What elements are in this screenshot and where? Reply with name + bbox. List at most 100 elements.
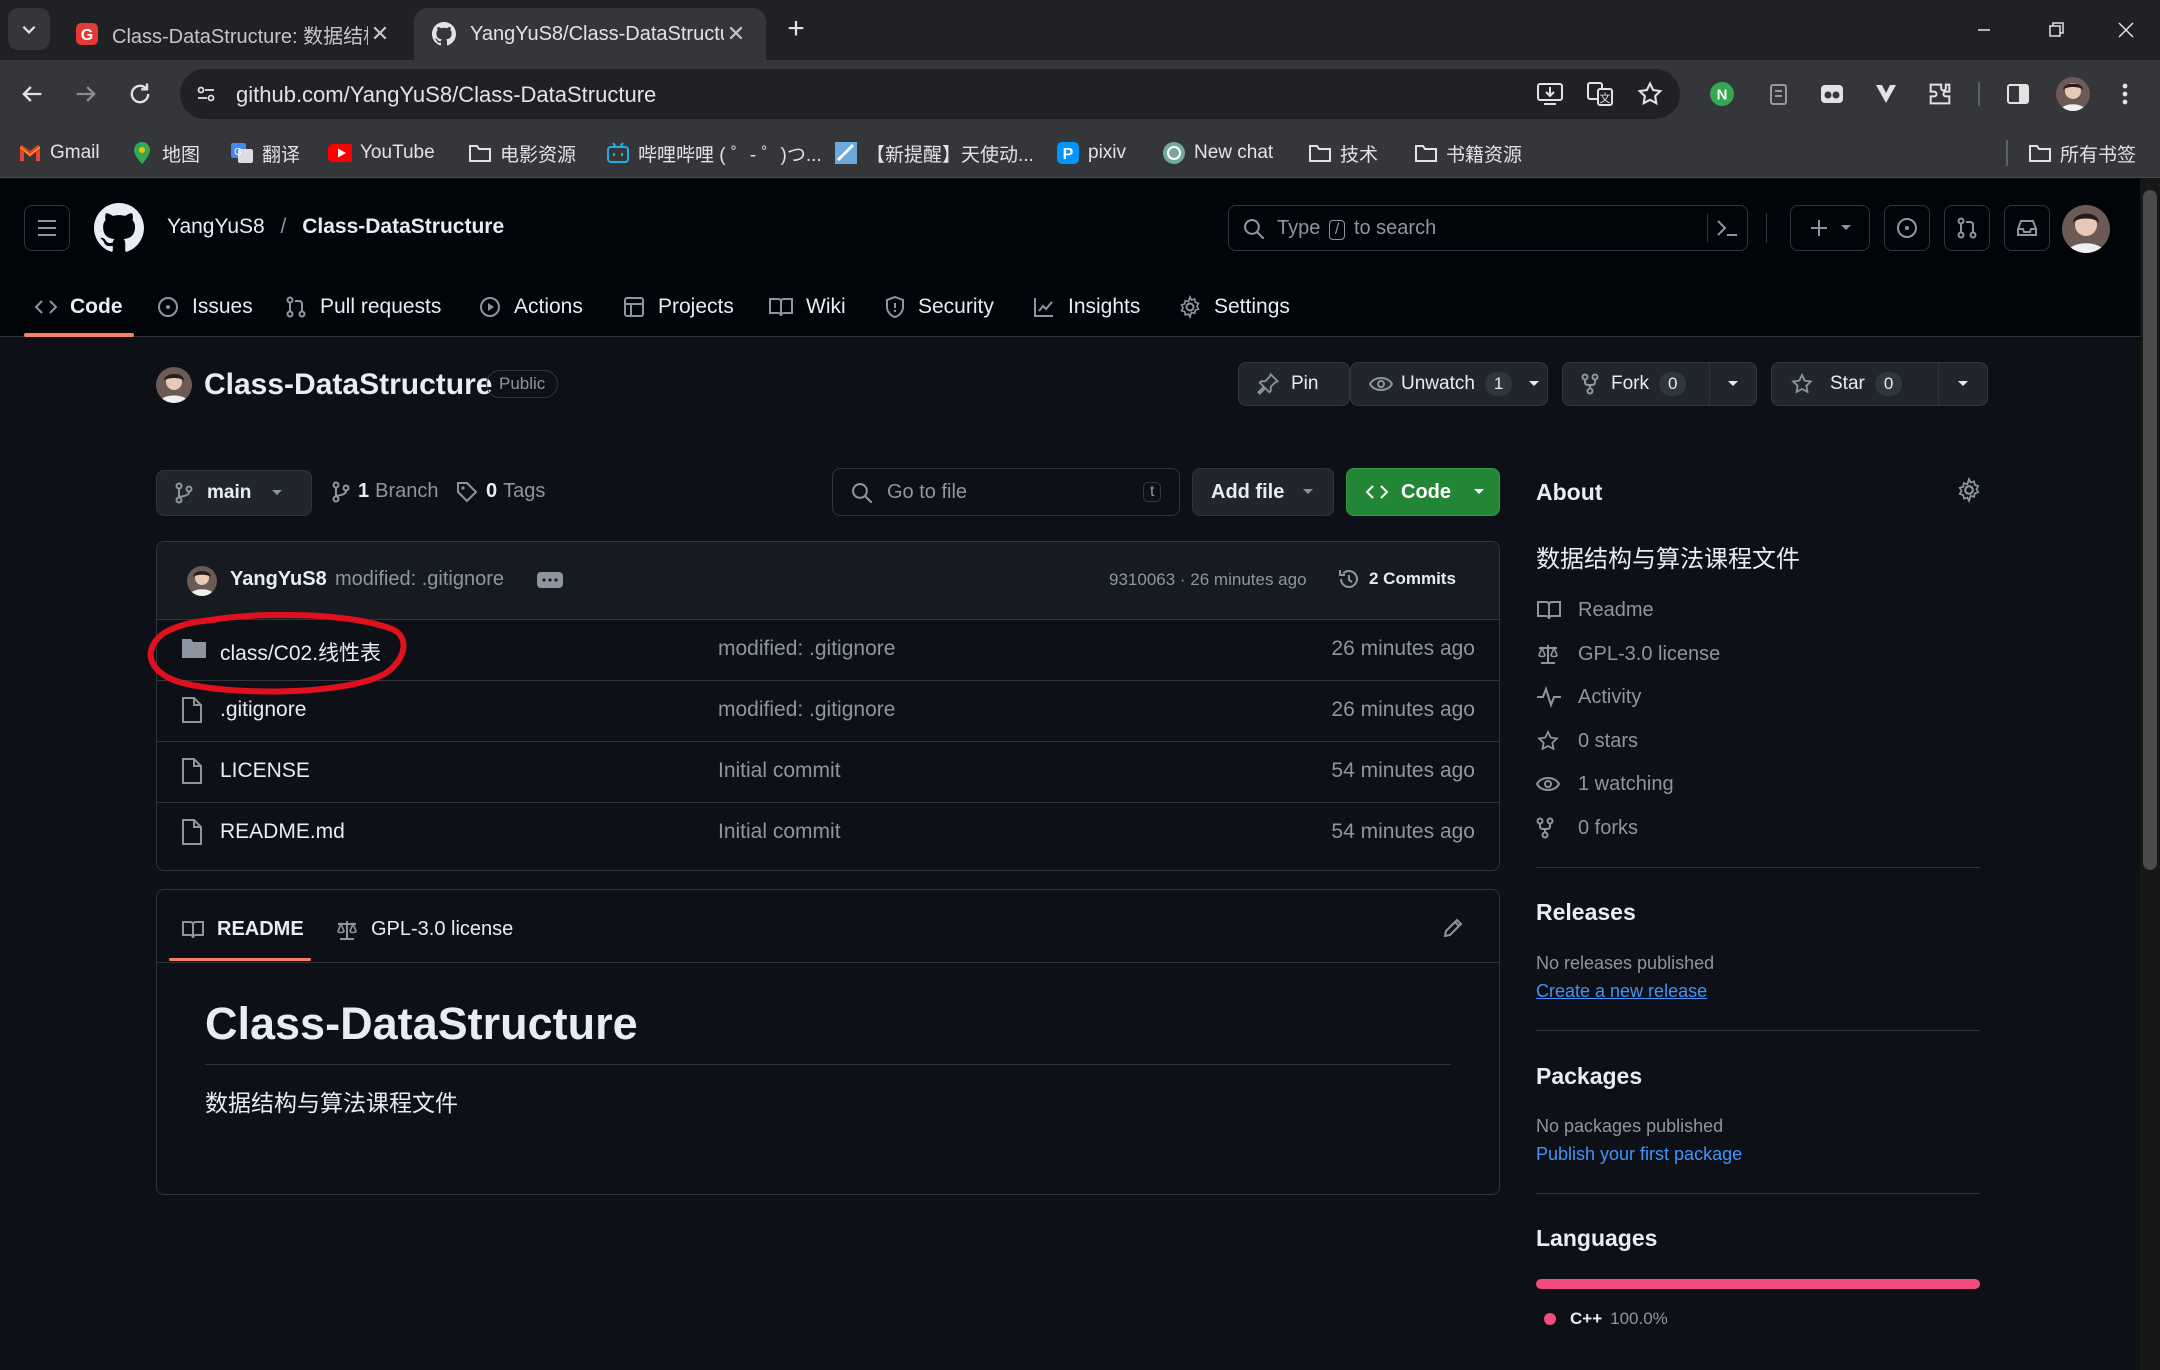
readme-tab[interactable]: README (181, 918, 304, 941)
branch-selector[interactable]: main (156, 470, 312, 516)
fork-button[interactable]: Fork 0 (1562, 362, 1710, 406)
language-item-cpp[interactable]: C++ 100.0% (1544, 1309, 1668, 1329)
go-to-file-input[interactable]: Go to file t (832, 468, 1180, 516)
extension-n-icon[interactable]: N (1708, 80, 1736, 108)
extension-clipboard-icon[interactable] (1764, 80, 1792, 108)
pull-requests-shortcut-button[interactable] (1944, 205, 1990, 251)
close-tab-icon[interactable]: ✕ (724, 21, 748, 47)
restore-icon[interactable] (2042, 16, 2070, 44)
branches-link[interactable]: 1 Branch (332, 480, 439, 503)
pin-button[interactable]: Pin (1238, 362, 1350, 406)
add-file-button[interactable]: Add file (1192, 468, 1334, 516)
about-forks-link[interactable]: 0 forks (1536, 813, 1638, 843)
page-scrollbar-thumb[interactable] (2143, 190, 2157, 870)
file-row[interactable]: README.md Initial commit 54 minutes ago (157, 802, 1499, 863)
all-bookmarks[interactable]: 所有书签 (2028, 140, 2136, 166)
commit-message[interactable]: modified: .gitignore (335, 568, 504, 591)
about-stars-link[interactable]: 0 stars (1536, 726, 1638, 756)
repo-name-heading[interactable]: Class-DataStructure (204, 368, 492, 402)
about-license-link[interactable]: GPL-3.0 license (1536, 639, 1720, 669)
bookmark-gmail[interactable]: Gmail (18, 140, 100, 166)
tab-wiki[interactable]: Wiki (768, 289, 846, 325)
file-name[interactable]: LICENSE (220, 759, 310, 783)
file-name[interactable]: .gitignore (220, 698, 306, 722)
fork-dropdown-button[interactable] (1709, 362, 1757, 406)
create-new-button[interactable] (1790, 205, 1870, 251)
translate-page-icon[interactable]: 文 (1586, 81, 1614, 107)
extension-v-icon[interactable] (1872, 80, 1900, 108)
file-commit-message[interactable]: modified: .gitignore (718, 698, 895, 722)
about-activity-link[interactable]: Activity (1536, 682, 1641, 712)
command-palette-icon[interactable] (1715, 217, 1739, 239)
site-info-icon[interactable] (194, 82, 218, 106)
gear-icon[interactable] (1956, 477, 1982, 503)
publish-package-link[interactable]: Publish your first package (1536, 1144, 1742, 1165)
releases-heading[interactable]: Releases (1536, 899, 1636, 926)
bookmark-star-icon[interactable] (1636, 80, 1664, 108)
star-dropdown-button[interactable] (1938, 362, 1988, 406)
new-tab-button[interactable]: + (778, 12, 814, 48)
tags-link[interactable]: 0 Tags (456, 480, 545, 503)
close-tab-icon[interactable]: ✕ (368, 21, 392, 47)
global-search-input[interactable]: Type / to search (1228, 205, 1748, 251)
tab-code[interactable]: Code (34, 289, 123, 325)
commit-sha-time[interactable]: 9310063 · 26 minutes ago (1109, 570, 1307, 590)
file-commit-message[interactable]: modified: .gitignore (718, 637, 895, 661)
forward-icon[interactable] (72, 80, 100, 108)
bookmark-folder-movies[interactable]: 电影资源 (468, 140, 576, 166)
bookmark-tianshi[interactable]: 【新提醒】天使动... (834, 140, 1034, 166)
reload-icon[interactable] (126, 80, 154, 108)
bookmark-translate[interactable]: G 翻译 (230, 140, 300, 166)
address-bar[interactable]: github.com/YangYuS8/Class-DataStructure … (180, 69, 1680, 119)
tab-issues[interactable]: Issues (156, 289, 253, 325)
bookmark-youtube[interactable]: YouTube (328, 140, 435, 166)
commit-expand-icon[interactable] (537, 572, 563, 588)
install-app-icon[interactable] (1536, 81, 1564, 107)
owner-link[interactable]: YangYuS8 (167, 215, 265, 238)
commit-author[interactable]: YangYuS8 (230, 568, 327, 591)
tab-search-button[interactable] (8, 8, 50, 50)
side-panel-icon[interactable] (2004, 80, 2032, 108)
back-icon[interactable] (18, 80, 46, 108)
more-menu-icon[interactable] (2118, 80, 2132, 108)
commits-link[interactable]: 2 Commits (1337, 567, 1456, 591)
packages-heading[interactable]: Packages (1536, 1063, 1642, 1090)
file-commit-message[interactable]: Initial commit (718, 820, 841, 844)
repo-link[interactable]: Class-DataStructure (302, 215, 504, 238)
issues-shortcut-button[interactable] (1884, 205, 1930, 251)
minimize-icon[interactable] (1970, 16, 1998, 44)
extension-mask-icon[interactable] (1818, 80, 1846, 108)
profile-avatar[interactable] (2056, 77, 2090, 111)
close-window-icon[interactable] (2112, 16, 2140, 44)
bookmark-maps[interactable]: 地图 (130, 140, 200, 166)
tab-security[interactable]: Security (884, 289, 994, 325)
tab-projects[interactable]: Projects (622, 289, 734, 325)
extensions-puzzle-icon[interactable] (1926, 80, 1954, 108)
code-dropdown-button[interactable]: Code (1346, 468, 1500, 516)
browser-tab-1[interactable]: G Class-DataStructure: 数据结构 ✕ (58, 8, 410, 60)
star-button[interactable]: Star 0 (1771, 362, 1939, 406)
tab-actions[interactable]: Actions (478, 289, 583, 325)
file-commit-message[interactable]: Initial commit (718, 759, 841, 783)
menu-button[interactable] (24, 205, 70, 251)
bookmark-folder-books[interactable]: 书籍资源 (1414, 140, 1522, 166)
edit-pencil-icon[interactable] (1441, 916, 1465, 940)
tab-insights[interactable]: Insights (1032, 289, 1140, 325)
browser-tab-2[interactable]: YangYuS8/Class-DataStructur ✕ (414, 8, 766, 60)
inbox-button[interactable] (2004, 205, 2050, 251)
create-release-link[interactable]: Create a new release (1536, 981, 1707, 1002)
unwatch-button[interactable]: Unwatch 1 (1350, 362, 1548, 406)
about-watching-link[interactable]: 1 watching (1536, 769, 1674, 799)
license-tab[interactable]: GPL-3.0 license (335, 918, 513, 941)
file-row[interactable]: LICENSE Initial commit 54 minutes ago (157, 741, 1499, 802)
tab-pull-requests[interactable]: Pull requests (284, 289, 441, 325)
bookmark-pixiv[interactable]: Ppixiv (1056, 140, 1126, 166)
file-name[interactable]: README.md (220, 820, 345, 844)
bookmark-bilibili[interactable]: 哔哩哔哩 ( ゜- ゜)つ... (606, 140, 822, 166)
bookmark-folder-tech[interactable]: 技术 (1308, 140, 1378, 166)
user-avatar[interactable] (2062, 205, 2110, 253)
github-logo-icon[interactable] (94, 203, 144, 253)
bookmark-new-chat[interactable]: New chat (1162, 140, 1273, 166)
tab-settings[interactable]: Settings (1178, 289, 1290, 325)
about-readme-link[interactable]: Readme (1536, 595, 1654, 625)
